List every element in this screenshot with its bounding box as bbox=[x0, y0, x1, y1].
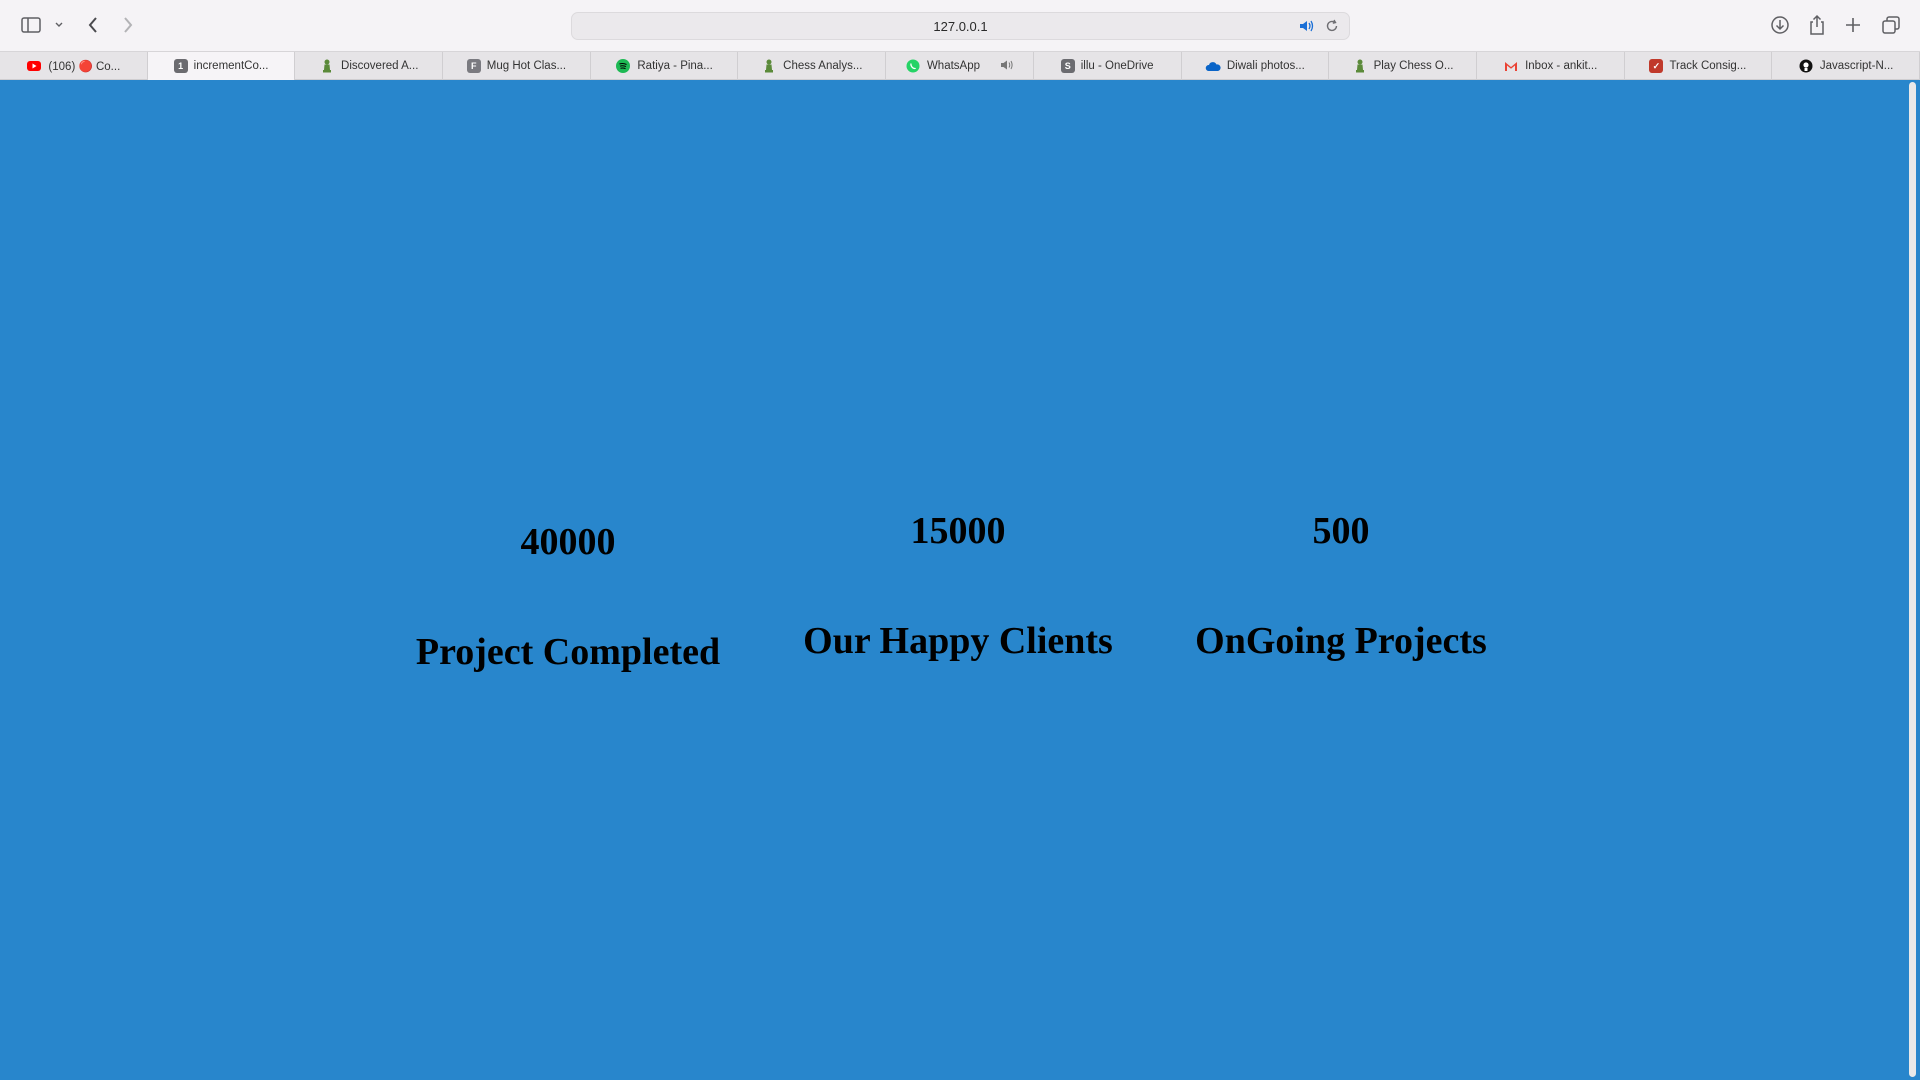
address-text: 127.0.0.1 bbox=[933, 18, 988, 34]
tab-label: Ratiya - Pina... bbox=[637, 60, 713, 72]
tab-label: WhatsApp bbox=[926, 60, 980, 72]
browser-toolbar: 127.0.0.1 bbox=[0, 0, 1920, 51]
happy-clients-count: 15000 bbox=[910, 510, 1006, 552]
tab-item[interactable]: (106) 🔴 Co... bbox=[0, 52, 148, 80]
tab-label: Javascript-N... bbox=[1819, 60, 1894, 72]
tab-item[interactable]: Diwali photos... bbox=[1182, 52, 1330, 80]
gmail-icon bbox=[1503, 59, 1519, 73]
tab-item[interactable]: Chess Analys... bbox=[738, 52, 887, 80]
sidebar-toggle-icon[interactable] bbox=[20, 12, 42, 38]
spotify-icon bbox=[615, 59, 631, 73]
vertical-scrollbar[interactable] bbox=[1905, 80, 1920, 1080]
forward-icon[interactable] bbox=[119, 12, 137, 38]
letter-icon: ✓ bbox=[1649, 59, 1664, 73]
tab-item[interactable]: F Mug Hot Clas... bbox=[443, 52, 591, 80]
download-icon[interactable] bbox=[1769, 12, 1791, 38]
stat-happy-clients: 15000 Our Happy Clients bbox=[788, 509, 1128, 663]
whatsapp-icon bbox=[905, 59, 921, 73]
tab-audio-icon[interactable] bbox=[1000, 59, 1014, 74]
address-bar[interactable]: 127.0.0.1 bbox=[571, 12, 1350, 40]
tab-label: (106) 🔴 Co... bbox=[48, 61, 121, 73]
tab-label: incrementCo... bbox=[193, 60, 269, 72]
letter-icon: F bbox=[466, 59, 481, 73]
tab-item[interactable]: Ratiya - Pina... bbox=[591, 52, 739, 80]
ongoing-projects-label: OnGoing Projects bbox=[1195, 620, 1487, 662]
tab-label: Play Chess O... bbox=[1373, 60, 1454, 72]
tab-item[interactable]: Play Chess O... bbox=[1329, 52, 1477, 80]
tab-label: Track Consig... bbox=[1669, 60, 1747, 72]
chess-icon bbox=[761, 59, 777, 73]
chess-icon bbox=[319, 59, 335, 73]
youtube-icon bbox=[26, 59, 42, 73]
reload-icon[interactable] bbox=[1325, 19, 1339, 38]
tab-overview-icon[interactable] bbox=[1880, 12, 1902, 38]
onedrive-icon bbox=[1205, 59, 1221, 73]
tab-item[interactable]: ✓ Track Consig... bbox=[1625, 52, 1773, 80]
stat-ongoing-projects: 500 OnGoing Projects bbox=[1171, 509, 1511, 663]
speaker-icon[interactable] bbox=[1299, 19, 1315, 38]
tab-item[interactable]: WhatsApp bbox=[886, 52, 1034, 80]
ongoing-projects-count: 500 bbox=[1312, 510, 1370, 552]
projects-completed-label: Project Completed bbox=[415, 631, 721, 673]
stat-projects-completed: 40000 Project Completed bbox=[398, 520, 738, 674]
tab-label: Inbox - ankit... bbox=[1525, 60, 1598, 72]
letter-icon: 1 bbox=[173, 59, 188, 73]
chess-icon bbox=[1352, 59, 1368, 73]
chevron-down-icon[interactable] bbox=[52, 12, 66, 38]
back-icon[interactable] bbox=[84, 12, 102, 38]
new-tab-icon[interactable] bbox=[1844, 12, 1862, 38]
happy-clients-label: Our Happy Clients bbox=[803, 620, 1113, 662]
tab-item[interactable]: Inbox - ankit... bbox=[1477, 52, 1625, 80]
tab-label: Mug Hot Clas... bbox=[486, 60, 567, 72]
tab-label: illu - OneDrive bbox=[1080, 60, 1154, 72]
share-icon[interactable] bbox=[1806, 12, 1828, 38]
page-content: 40000 Project Completed 15000 Our Happy … bbox=[0, 80, 1905, 1080]
scrollbar-thumb[interactable] bbox=[1909, 82, 1916, 1077]
letter-icon: S bbox=[1060, 59, 1075, 73]
tab-item[interactable]: Sillu - OneDrive bbox=[1034, 52, 1182, 80]
github-icon bbox=[1798, 59, 1814, 73]
tab-label: Chess Analys... bbox=[783, 60, 863, 72]
tab-item[interactable]: Javascript-N... bbox=[1772, 52, 1920, 80]
projects-completed-count: 40000 bbox=[520, 521, 616, 563]
tab-label: Diwali photos... bbox=[1226, 60, 1305, 72]
tab-item[interactable]: Discovered A... bbox=[295, 52, 444, 80]
tab-item[interactable]: 1 incrementCo... bbox=[147, 52, 296, 80]
tab-bar: (106) 🔴 Co... 1 incrementCo... Discovered A… bbox=[0, 51, 1920, 80]
tab-label: Discovered A... bbox=[341, 60, 419, 72]
